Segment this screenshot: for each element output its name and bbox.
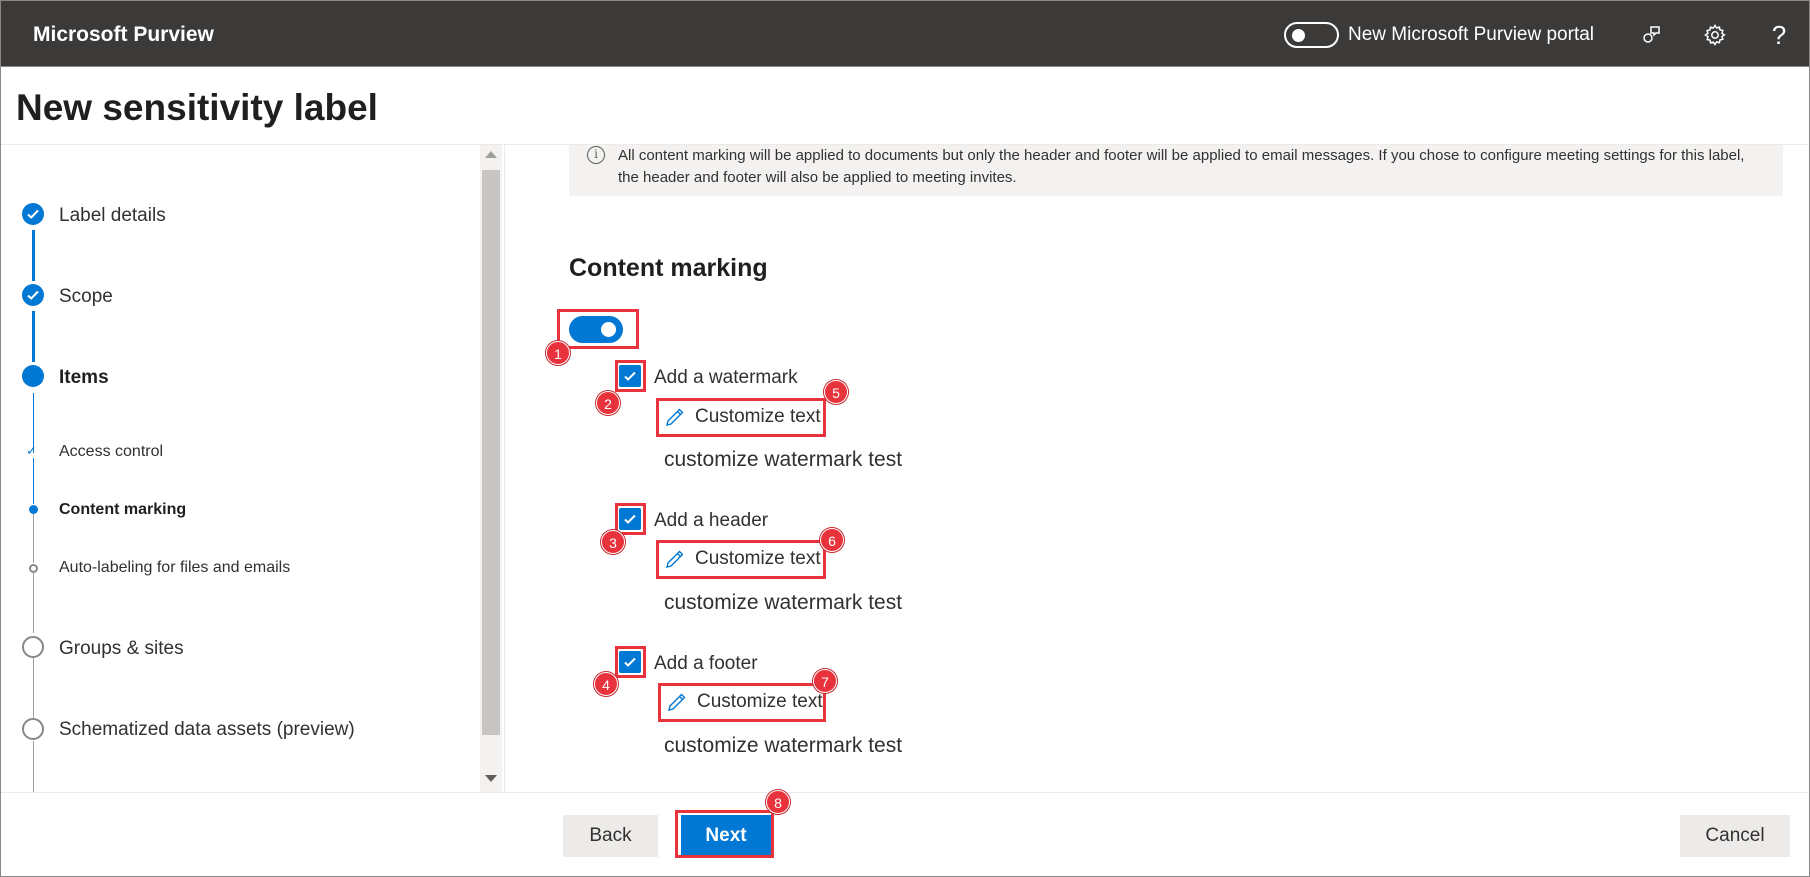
step-current-icon [22,365,44,387]
scroll-up-icon[interactable] [485,151,497,158]
step-connector [33,511,34,563]
annotation-badge: 8 [766,790,790,814]
step-done-icon [22,203,44,225]
nav-step-scope[interactable]: Scope [59,286,113,308]
nav-step-items[interactable]: Items [59,367,109,389]
highlight-box [656,398,826,437]
highlight-box [615,360,646,392]
nav-substep-content-marking[interactable]: Content marking [59,501,186,519]
step-done-icon [22,284,44,306]
highlight-box [675,810,774,858]
nav-scrollbar[interactable] [480,145,502,792]
help-icon[interactable]: ? [1763,19,1795,51]
footer-value: customize watermark test [664,734,903,757]
top-bar: Microsoft Purview New Microsoft Purview … [0,0,1810,67]
nav-substep-auto-labeling[interactable]: Auto-labeling for files and emails [59,559,290,577]
header-label: Add a header [654,510,769,531]
app-brand[interactable]: Microsoft Purview [33,23,214,47]
highlight-box [658,683,826,722]
annotation-badge: 2 [596,391,620,415]
section-title: Content marking [569,254,768,282]
annotation-badge: 3 [601,530,625,554]
scroll-down-icon[interactable] [485,775,497,782]
highlight-box [557,309,639,349]
highlight-box [615,503,646,535]
highlight-box [615,646,646,678]
cancel-button[interactable]: Cancel [1680,815,1790,857]
step-connector [33,658,34,718]
info-icon: i [587,146,605,164]
back-button[interactable]: Back [563,815,658,857]
annotation-badge: 5 [824,380,848,404]
info-banner: i All content marking will be applied to… [569,145,1783,196]
new-portal-toggle[interactable] [1284,22,1339,48]
step-connector [32,311,35,362]
annotation-badge: 6 [820,528,844,552]
wizard-nav: Label details Scope Items ✓ Access contr… [0,145,479,792]
step-todo-icon [22,718,44,740]
gear-icon[interactable] [1699,19,1731,51]
annotation-badge: 1 [546,341,570,365]
scroll-thumb[interactable] [482,170,500,735]
highlight-box [656,540,826,579]
substep-done-icon: ✓ [26,443,37,458]
divider [0,792,1810,793]
substep-todo-icon [29,564,38,573]
step-connector [33,458,34,504]
watermark-value: customize watermark test [664,448,903,471]
annotation-badge: 7 [813,669,837,693]
watermark-label: Add a watermark [654,367,798,388]
help-glyph: ? [1771,19,1787,50]
header-value: customize watermark test [664,591,903,614]
annotation-badge: 4 [594,672,618,696]
nav-substep-access-control[interactable]: Access control [59,443,163,461]
new-portal-label: New Microsoft Purview portal [1348,24,1595,45]
step-connector [33,573,34,633]
info-text: All content marking will be applied to d… [618,147,1745,186]
nav-step-groups-sites[interactable]: Groups & sites [59,638,184,660]
step-connector [32,230,35,281]
community-icon[interactable] [1635,19,1667,51]
step-todo-icon [22,636,44,658]
nav-step-schematized-data[interactable]: Schematized data assets (preview) [59,719,355,741]
divider [504,145,505,792]
step-connector [33,741,34,792]
page-title: New sensitivity label [16,87,378,128]
toggle-knob [1292,29,1305,42]
footer-label: Add a footer [654,653,758,674]
substep-current-icon [29,505,38,514]
nav-step-label-details[interactable]: Label details [59,205,166,227]
